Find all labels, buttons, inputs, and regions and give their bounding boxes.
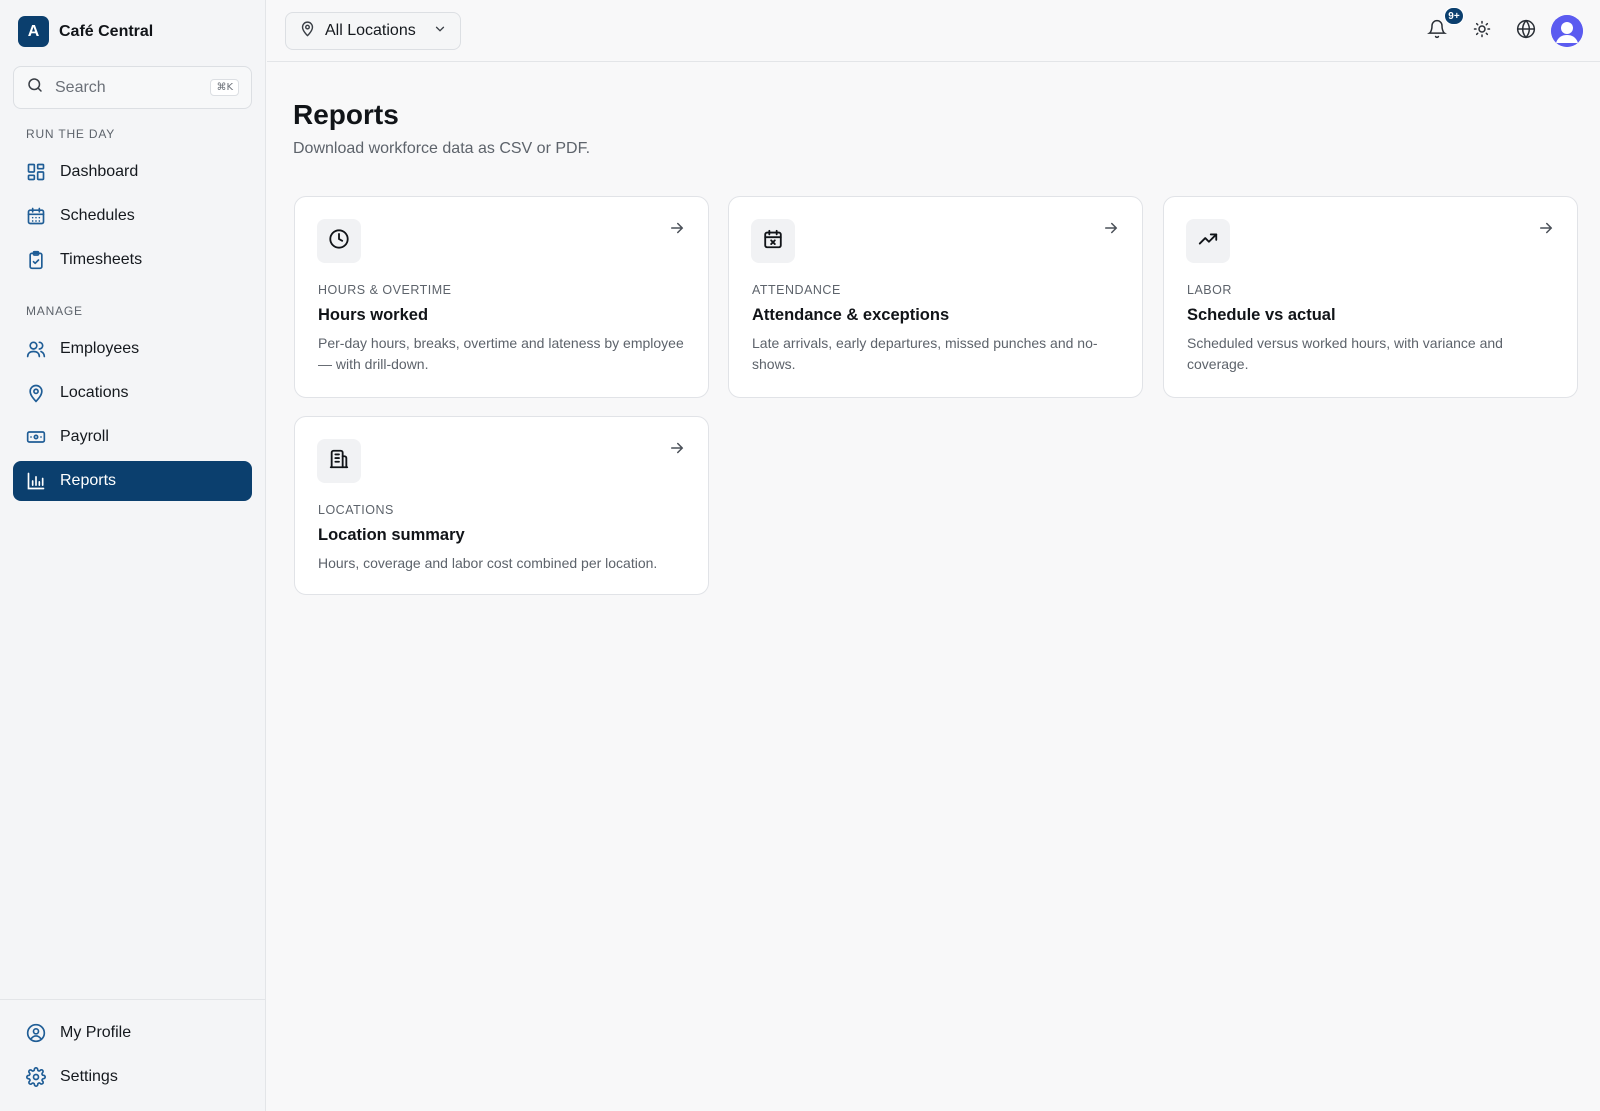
arrow-right-icon (1537, 219, 1555, 237)
globe-icon (1516, 19, 1536, 44)
search-shortcut: ⌘K (210, 79, 239, 96)
sidebar-item-label: Reports (60, 472, 117, 489)
arrow-right-icon (668, 219, 686, 237)
sidebar-item-reports[interactable]: Reports (13, 461, 252, 501)
sidebar-item-employees[interactable]: Employees (13, 329, 252, 369)
arrow-right-icon (668, 439, 686, 457)
sidebar-item-payroll[interactable]: Payroll (13, 417, 252, 457)
theme-toggle-button[interactable] (1470, 19, 1494, 43)
bar-chart-icon (26, 471, 46, 491)
card-description: Per-day hours, breaks, overtime and late… (318, 335, 684, 372)
card-eyebrow: ATTENDANCE (752, 283, 841, 297)
page-title: Reports (293, 99, 399, 130)
sidebar-item-label: Schedules (60, 207, 135, 224)
sun-icon (1473, 20, 1491, 43)
trending-up-icon (1197, 228, 1219, 255)
card-icon-box (317, 219, 361, 263)
brand-name: Café Central (59, 22, 154, 40)
brand[interactable]: A Café Central (18, 16, 153, 47)
clipboard-check-icon (26, 250, 46, 270)
report-card-hours-worked[interactable]: HOURS & OVERTIME Hours worked Per-day ho… (294, 196, 709, 398)
card-title: Attendance & exceptions (752, 306, 950, 324)
sidebar-divider (0, 999, 266, 1000)
sidebar-item-label: Payroll (60, 428, 109, 445)
section-label-run-the-day: RUN THE DAY (26, 127, 116, 141)
sidebar-item-my-profile[interactable]: My Profile (13, 1013, 252, 1053)
user-circle-icon (26, 1023, 46, 1043)
topbar: All Locations (267, 0, 1600, 62)
sidebar-item-label: Dashboard (60, 163, 139, 180)
sidebar-item-schedules[interactable]: Schedules (13, 196, 252, 236)
calendar-icon (26, 206, 46, 226)
brand-logo: A (18, 16, 49, 47)
card-description: Hours, coverage and labor cost combined … (318, 555, 658, 571)
report-card-schedule-vs-actual[interactable]: LABOR Schedule vs actual Scheduled versu… (1163, 196, 1578, 398)
users-icon (26, 339, 46, 359)
card-description: Late arrivals, early departures, missed … (752, 335, 1098, 372)
page-subtitle: Download workforce data as CSV or PDF. (293, 140, 591, 157)
report-card-location-summary[interactable]: LOCATIONS Location summary Hours, covera… (294, 416, 709, 595)
sidebar-item-label: Locations (60, 384, 129, 401)
building-icon (328, 448, 350, 475)
map-pin-icon (26, 383, 46, 403)
avatar[interactable] (1551, 15, 1583, 47)
arrow-right-icon (1102, 219, 1120, 237)
notification-badge: 9+ (1444, 7, 1464, 25)
dashboard-icon (26, 162, 46, 182)
card-title: Location summary (318, 526, 465, 544)
section-label-manage: MANAGE (26, 304, 83, 318)
calendar-x-icon (762, 228, 784, 255)
card-title: Schedule vs actual (1187, 306, 1336, 324)
search-input[interactable]: Search ⌘K (13, 66, 252, 109)
sidebar-item-label: Employees (60, 340, 140, 357)
card-icon-box (1186, 219, 1230, 263)
user-avatar-icon (1551, 15, 1583, 47)
map-pin-icon (299, 20, 316, 42)
card-icon-box (317, 439, 361, 483)
sidebar-item-label: My Profile (60, 1024, 132, 1041)
sidebar-item-locations[interactable]: Locations (13, 373, 252, 413)
sidebar-item-label: Timesheets (60, 251, 143, 268)
card-title: Hours worked (318, 306, 429, 324)
bell-icon (1427, 19, 1447, 44)
sidebar-item-dashboard[interactable]: Dashboard (13, 152, 252, 192)
sidebar-item-settings[interactable]: Settings (13, 1057, 252, 1097)
card-eyebrow: HOURS & OVERTIME (318, 283, 452, 297)
chevron-down-icon (433, 22, 447, 41)
sidebar-item-label: Settings (60, 1068, 118, 1085)
sidebar-item-timesheets[interactable]: Timesheets (13, 240, 252, 280)
search-icon (26, 76, 44, 99)
location-select-value: All Locations (325, 22, 416, 39)
card-description: Scheduled versus worked hours, with vari… (1187, 335, 1503, 372)
sidebar: A Café Central Search ⌘K RUN THE DAY Das… (0, 0, 266, 1111)
card-icon-box (751, 219, 795, 263)
clock-icon (328, 228, 350, 255)
notifications-button[interactable] (1425, 19, 1449, 43)
search-placeholder: Search (55, 78, 106, 96)
report-card-attendance[interactable]: ATTENDANCE Attendance & exceptions Late … (728, 196, 1143, 398)
location-select[interactable]: All Locations (285, 12, 461, 50)
banknote-icon (26, 427, 46, 447)
card-eyebrow: LOCATIONS (318, 503, 394, 517)
language-button[interactable] (1514, 19, 1538, 43)
gear-icon (26, 1067, 46, 1087)
card-eyebrow: LABOR (1187, 283, 1232, 297)
